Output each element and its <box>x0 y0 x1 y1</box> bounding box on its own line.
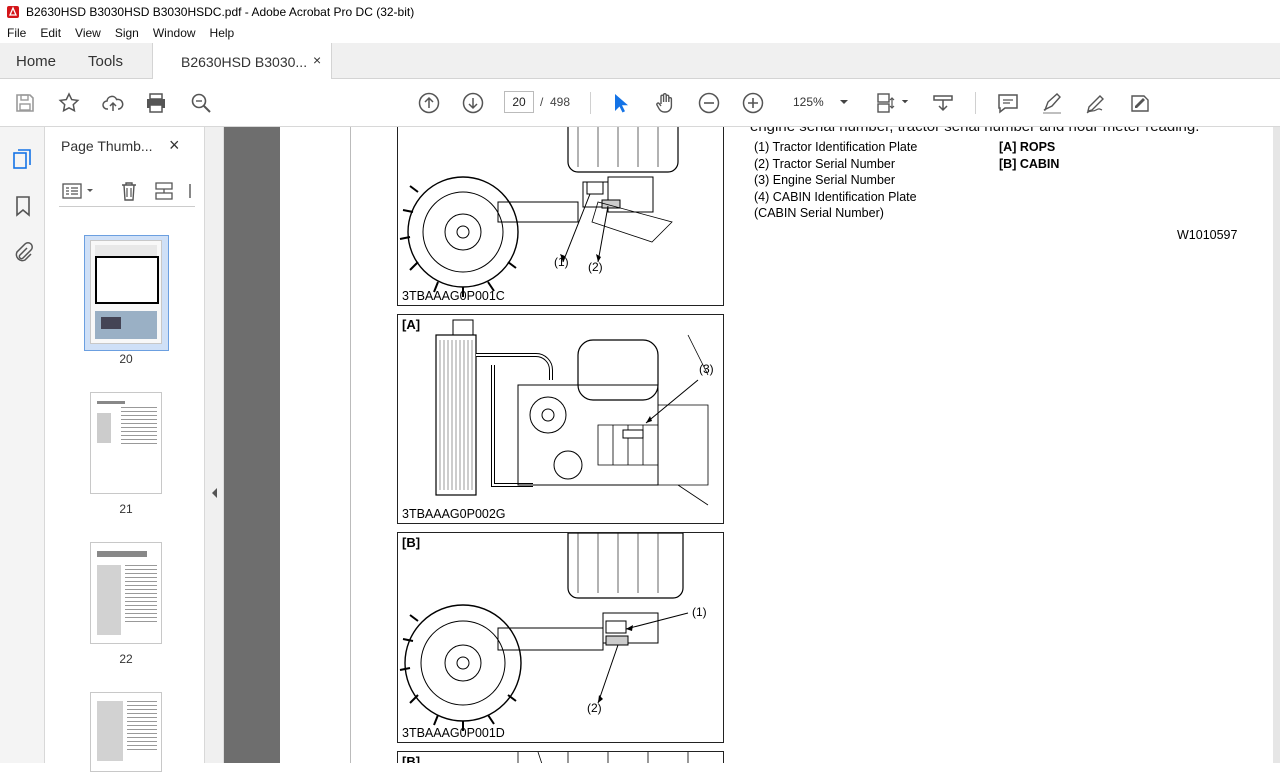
bookmarks-icon[interactable] <box>13 195 33 217</box>
print-icon[interactable] <box>144 91 168 115</box>
tab-tools[interactable]: Tools <box>88 53 123 70</box>
figure-tag: [B] <box>402 535 421 550</box>
bookmark-star-icon[interactable] <box>57 91 81 115</box>
legend-tag: [B] CABIN <box>999 156 1060 171</box>
zoom-out-icon[interactable] <box>697 91 721 115</box>
thumbnail-label: 22 <box>119 652 133 666</box>
legend-item: (4) CABIN Identification Plate <box>754 189 917 204</box>
figure-partial: [B] <box>397 751 724 763</box>
pdf-page: engine serial number, tractor serial num… <box>280 127 1280 763</box>
menu-file[interactable]: File <box>0 26 33 40</box>
page-thumbnails-icon[interactable] <box>12 148 34 170</box>
previous-page-icon[interactable] <box>417 91 441 115</box>
tab-home[interactable]: Home <box>16 53 56 70</box>
callout-label: (2) <box>587 701 602 715</box>
tab-bar: Home Tools B2630HSD B3030... × <box>0 43 1280 80</box>
draw-pen-icon[interactable] <box>1084 91 1108 115</box>
menu-view[interactable]: View <box>68 26 108 40</box>
legend-item: (1) Tractor Identification Plate <box>754 140 918 154</box>
upload-cloud-icon[interactable] <box>101 91 125 115</box>
callout-label: (1) <box>692 605 707 619</box>
legend-item: (3) Engine Serial Number <box>754 173 896 187</box>
tractor-drawing-image <box>399 127 679 297</box>
figure-engine-serial: [A] (3) 3TBAAAG0P002G <box>397 314 724 524</box>
thumbnail-page-20[interactable] <box>90 240 162 344</box>
legend-item: (CABIN Serial Number) <box>754 206 884 220</box>
sign-icon[interactable] <box>1128 91 1152 115</box>
next-page-icon[interactable] <box>461 91 485 115</box>
figure-caption: 3TBAAAG0P001D <box>402 726 505 740</box>
search-zoom-icon[interactable] <box>189 91 213 115</box>
legend-item: (2) Tractor Serial Number <box>754 156 896 171</box>
document-view[interactable]: engine serial number, tractor serial num… <box>224 127 1280 763</box>
toolbar-divider <box>975 92 976 114</box>
figure-caption: 3TBAAAG0P002G <box>402 507 506 521</box>
tab-close-icon[interactable]: × <box>313 52 321 68</box>
callout-label: (3) <box>699 362 714 376</box>
figure-cabin-plate: [B] (1) (2) 3TBAAAG0P001D <box>397 532 724 743</box>
menu-bar: File Edit View Sign Window Help <box>0 23 1280 43</box>
scroll-mode-icon[interactable] <box>931 91 955 115</box>
chevron-down-icon[interactable] <box>839 99 849 106</box>
reference-code: W1010597 <box>1177 228 1238 242</box>
tab-document[interactable]: B2630HSD B3030... × <box>152 43 332 80</box>
page-separator: / <box>540 95 544 109</box>
acrobat-icon <box>7 5 19 18</box>
more-tools-icon[interactable] <box>185 180 195 202</box>
zoom-level-select[interactable]: 125% <box>793 95 824 109</box>
viewport-rectangle[interactable] <box>95 256 159 304</box>
tab-document-label: B2630HSD B3030... <box>181 54 308 70</box>
hand-tool-icon[interactable] <box>653 91 677 115</box>
collapse-left-icon[interactable] <box>211 487 218 499</box>
save-icon[interactable] <box>13 91 37 115</box>
window-title: B2630HSD B3030HSD B3030HSDC.pdf - Adobe … <box>26 4 415 19</box>
navigation-rail <box>0 127 45 763</box>
figure-tag: [A] <box>402 317 421 332</box>
page-total: 498 <box>550 95 571 109</box>
document-scrollbar[interactable] <box>1273 127 1280 763</box>
callout-label: (2) <box>588 260 603 274</box>
page-number-input[interactable]: 20 <box>504 91 534 113</box>
tractor-cabin-drawing-image <box>399 533 689 731</box>
menu-help[interactable]: Help <box>203 26 242 40</box>
title-bar: B2630HSD B3030HSD B3030HSDC.pdf - Adobe … <box>0 0 1280 23</box>
zoom-in-icon[interactable] <box>741 91 765 115</box>
rotate-pages-icon[interactable] <box>153 180 175 202</box>
page-gutter <box>224 127 280 763</box>
engine-drawing-image <box>435 319 709 506</box>
thumbnail-label: 20 <box>119 352 133 366</box>
panel-title: Page Thumb... <box>61 138 153 154</box>
panel-toolbar <box>59 177 195 207</box>
partial-drawing-image <box>517 752 689 763</box>
chevron-down-icon[interactable] <box>901 99 909 105</box>
options-menu-icon[interactable] <box>61 181 97 201</box>
thumbnail-page-21[interactable] <box>90 392 162 494</box>
figure-tractor-plate: (1) (2) 3TBAAAG0P001C <box>397 127 724 306</box>
legend-tag: [A] ROPS <box>999 140 1056 154</box>
page-border <box>350 127 351 763</box>
thumbnail-page-23[interactable] <box>90 692 162 772</box>
thumbnail-page-22[interactable] <box>90 542 162 644</box>
figure-tag: [B] <box>402 754 421 763</box>
close-icon[interactable]: × <box>169 135 180 156</box>
menu-edit[interactable]: Edit <box>33 26 68 40</box>
toolbar-divider <box>590 92 591 114</box>
page-fit-icon[interactable] <box>875 91 899 115</box>
thumbnail-label: 21 <box>119 502 133 516</box>
page-text-partial: engine serial number, tractor serial num… <box>750 127 1199 135</box>
attachment-icon[interactable] <box>12 241 34 263</box>
comment-icon[interactable] <box>996 91 1020 115</box>
panel-collapse-handle[interactable] <box>205 127 224 763</box>
select-cursor-icon[interactable] <box>608 91 632 115</box>
menu-sign[interactable]: Sign <box>108 26 146 40</box>
highlight-pen-icon[interactable] <box>1040 91 1064 115</box>
delete-trash-icon[interactable] <box>119 180 139 202</box>
figure-legend-tags: [A] ROPS [B] CABIN <box>999 139 1059 172</box>
figure-caption: 3TBAAAG0P001C <box>402 289 505 303</box>
page-thumbnails-panel: Page Thumb... × 20 21 22 <box>45 127 238 772</box>
figure-legend: (1) Tractor Identification Plate (2) Tra… <box>754 139 917 222</box>
menu-window[interactable]: Window <box>146 26 203 40</box>
callout-label: (1) <box>554 255 569 269</box>
